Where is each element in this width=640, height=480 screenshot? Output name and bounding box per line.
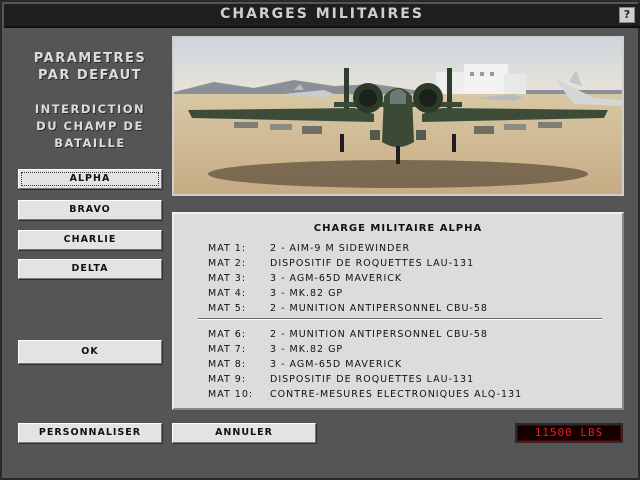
list-item: MAT 2: DISPOSITIF DE ROQUETTES LAU-131 — [208, 258, 474, 269]
hardpoint-label: MAT 8: — [208, 359, 247, 370]
hardpoint-label: MAT 5: — [208, 303, 247, 314]
list-item: MAT 10: CONTRE-MESURES ELECTRONIQUES ALQ-… — [208, 389, 522, 400]
a10-aircraft-icon — [174, 38, 622, 194]
defaults-heading: PARAMETRES PAR DEFAUT — [33, 51, 147, 83]
hardpoint-value: 2 - MUNITION ANTIPERSONNEL CBU-58 — [270, 329, 488, 340]
ok-button[interactable]: OK — [18, 340, 162, 364]
window-title: CHARGES MILITAIRES — [220, 6, 424, 22]
mission-heading: INTERDICTION DU CHAMP DE BATAILLE — [34, 102, 146, 150]
loadout-charlie-button[interactable]: CHARLIE — [18, 230, 162, 250]
hardpoint-label: MAT 1: — [208, 243, 247, 254]
list-item: MAT 6: 2 - MUNITION ANTIPERSONNEL CBU-58 — [208, 329, 488, 340]
help-button[interactable]: ? — [619, 7, 635, 23]
loadout-title: CHARGE MILITAIRE ALPHA — [313, 223, 483, 234]
weight-readout: 11500 LBS — [515, 423, 623, 443]
customize-button[interactable]: PERSONNALISER — [18, 423, 162, 443]
hardpoint-label: MAT 2: — [208, 258, 247, 269]
hardpoint-value: 3 - MK.82 GP — [270, 288, 344, 299]
list-item: MAT 4: 3 - MK.82 GP — [208, 288, 343, 299]
loadout-details-panel: CHARGE MILITAIRE ALPHA MAT 1: 2 - AIM-9 M… — [172, 212, 624, 410]
hardpoint-label: MAT 9: — [208, 374, 247, 385]
hardpoint-value: DISPOSITIF DE ROQUETTES LAU-131 — [270, 258, 475, 269]
list-item: MAT 8: 3 - AGM-65D MAVERICK — [208, 359, 402, 370]
divider — [198, 318, 602, 320]
cancel-button[interactable]: ANNULER — [172, 423, 316, 443]
list-item: MAT 1: 2 - AIM-9 M SIDEWINDER — [208, 243, 410, 254]
hardpoint-label: MAT 3: — [208, 273, 247, 284]
title-bar: CHARGES MILITAIRES ? — [4, 4, 640, 28]
list-item: MAT 5: 2 - MUNITION ANTIPERSONNEL CBU-58 — [208, 303, 488, 314]
hardpoint-value: 3 - AGM-65D MAVERICK — [270, 359, 403, 370]
hardpoint-value: 2 - MUNITION ANTIPERSONNEL CBU-58 — [270, 303, 488, 314]
hardpoint-label: MAT 7: — [208, 344, 247, 355]
loadout-delta-button[interactable]: DELTA — [18, 259, 162, 279]
hardpoint-label: MAT 10: — [208, 389, 254, 400]
hardpoint-value: DISPOSITIF DE ROQUETTES LAU-131 — [270, 374, 475, 385]
hardpoint-label: MAT 6: — [208, 329, 247, 340]
hardpoint-value: 2 - AIM-9 M SIDEWINDER — [270, 243, 411, 254]
hardpoint-value: CONTRE-MESURES ELECTRONIQUES ALQ-131 — [270, 389, 523, 400]
list-item: MAT 3: 3 - AGM-65D MAVERICK — [208, 273, 402, 284]
loadout-alpha-button[interactable]: ALPHA — [18, 169, 162, 189]
hardpoint-label: MAT 4: — [208, 288, 247, 299]
list-item: MAT 9: DISPOSITIF DE ROQUETTES LAU-131 — [208, 374, 474, 385]
aircraft-preview-image — [172, 36, 624, 196]
loadout-bravo-button[interactable]: BRAVO — [18, 200, 162, 220]
hardpoint-value: 3 - AGM-65D MAVERICK — [270, 273, 403, 284]
list-item: MAT 7: 3 - MK.82 GP — [208, 344, 343, 355]
hardpoint-value: 3 - MK.82 GP — [270, 344, 344, 355]
